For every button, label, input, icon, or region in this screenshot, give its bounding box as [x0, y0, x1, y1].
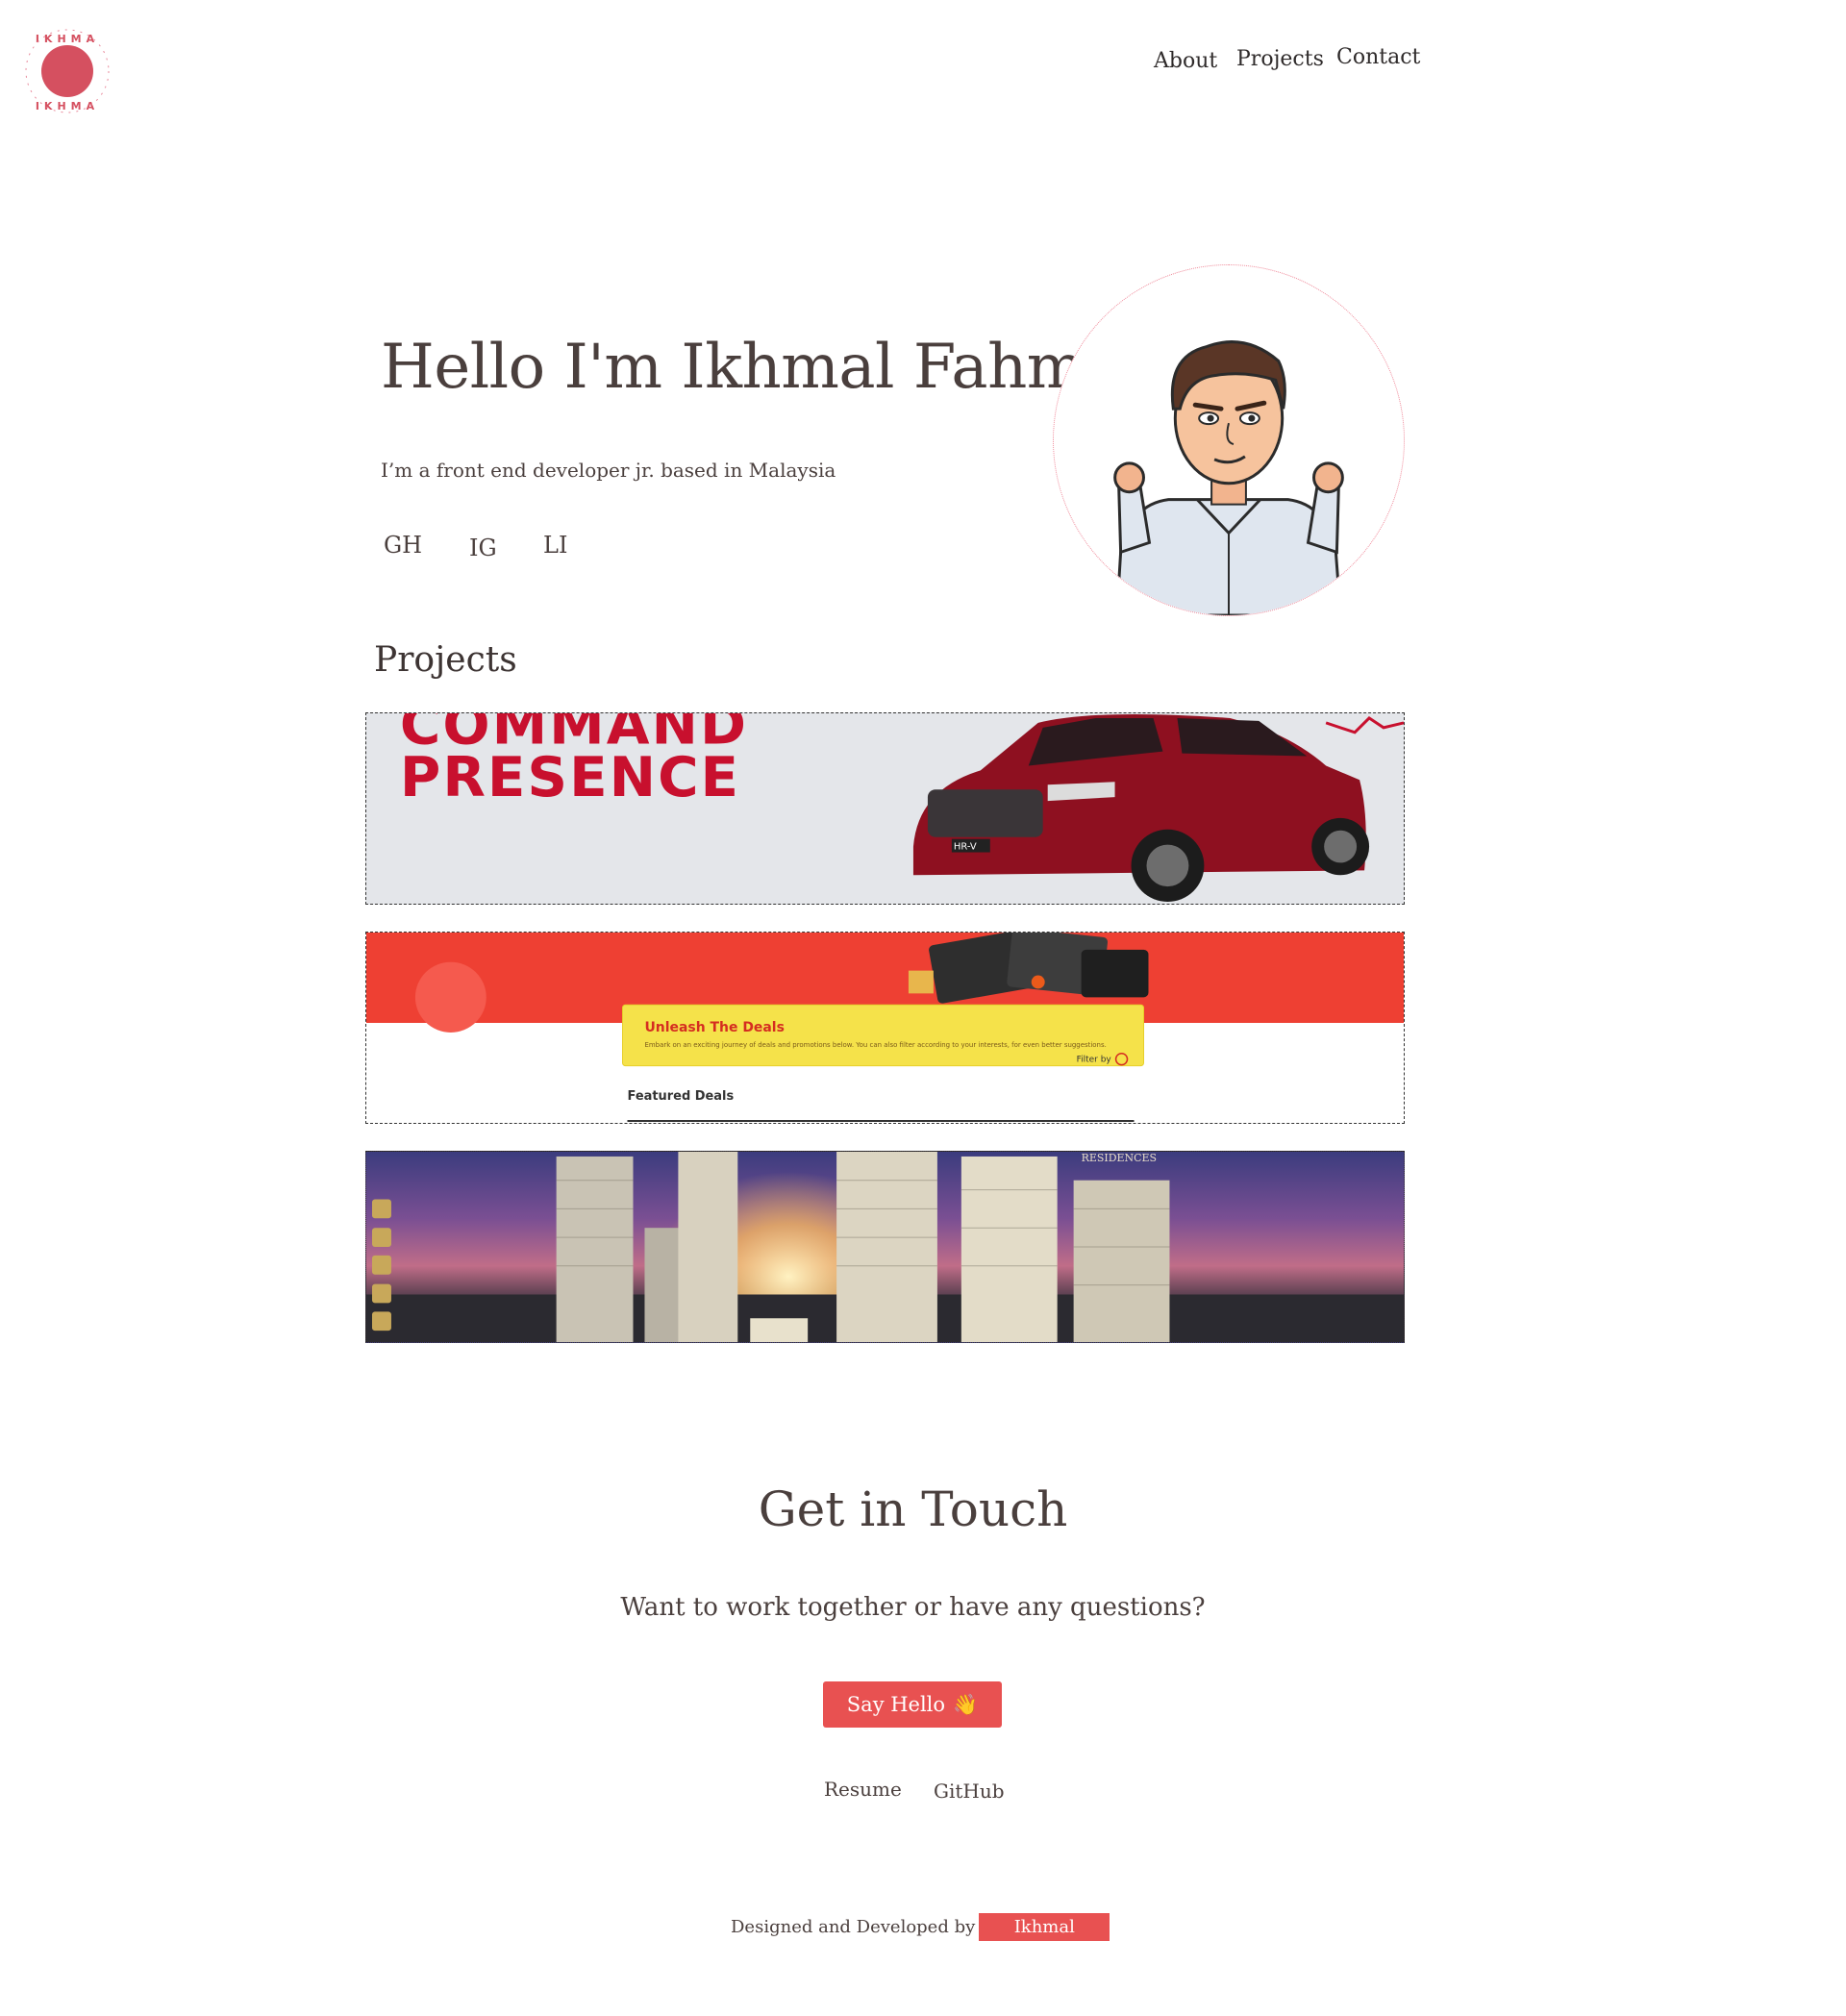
project-2-filter: Filter by	[1077, 1056, 1112, 1065]
hero-subtitle: I’m a front end developer jr. based in M…	[381, 459, 836, 482]
project-2-card-title: Unleash The Deals	[644, 1020, 784, 1035]
social-link-github[interactable]: GH	[384, 532, 422, 559]
wave-icon: 👋	[953, 1692, 979, 1716]
nav-contact[interactable]: Contact	[1336, 45, 1420, 69]
contact-title: Get in Touch	[758, 1481, 1068, 1537]
nav-projects[interactable]: Projects	[1236, 47, 1324, 71]
project-card-honda[interactable]: COMMAND PRESENCE HR-V	[365, 712, 1405, 905]
avatar	[1053, 264, 1405, 616]
svg-text:IKHMA: IKHMA	[36, 100, 99, 112]
say-hello-button[interactable]: Say Hello 👋	[823, 1681, 1002, 1728]
say-hello-label: Say Hello	[846, 1693, 946, 1716]
project-card-deals[interactable]: Unleash The Deals Embark on an exciting …	[365, 932, 1405, 1124]
project-card-residences[interactable]: RESIDENCES	[365, 1151, 1405, 1343]
projects-heading: Projects	[374, 640, 517, 680]
project-3-brand: RESIDENCES	[1082, 1152, 1157, 1164]
project-2-card-text: Embark on an exciting journey of deals a…	[644, 1041, 1106, 1049]
resume-link[interactable]: Resume	[824, 1778, 902, 1801]
social-link-instagram[interactable]: IG	[469, 535, 497, 561]
social-link-linkedin[interactable]: LI	[543, 532, 567, 559]
github-link[interactable]: GitHub	[934, 1780, 1005, 1803]
logo[interactable]: IKHMA IKHMA	[19, 19, 115, 123]
svg-text:IKHMA: IKHMA	[36, 33, 99, 45]
project-1-badge: HR-V	[954, 842, 977, 853]
footer-author-badge[interactable]: Ikhmal	[979, 1913, 1110, 1941]
footer: Designed and Developed by Ikhmal	[731, 1913, 1110, 1941]
footer-text: Designed and Developed by	[731, 1917, 976, 1937]
project-2-featured: Featured Deals	[627, 1089, 734, 1104]
project-1-headline-2: PRESENCE	[400, 744, 740, 809]
hero-title: Hello I'm Ikhmal Fahmi	[381, 332, 1104, 403]
contact-subtitle: Want to work together or have any questi…	[620, 1593, 1206, 1622]
nav-about[interactable]: About	[1154, 49, 1217, 73]
